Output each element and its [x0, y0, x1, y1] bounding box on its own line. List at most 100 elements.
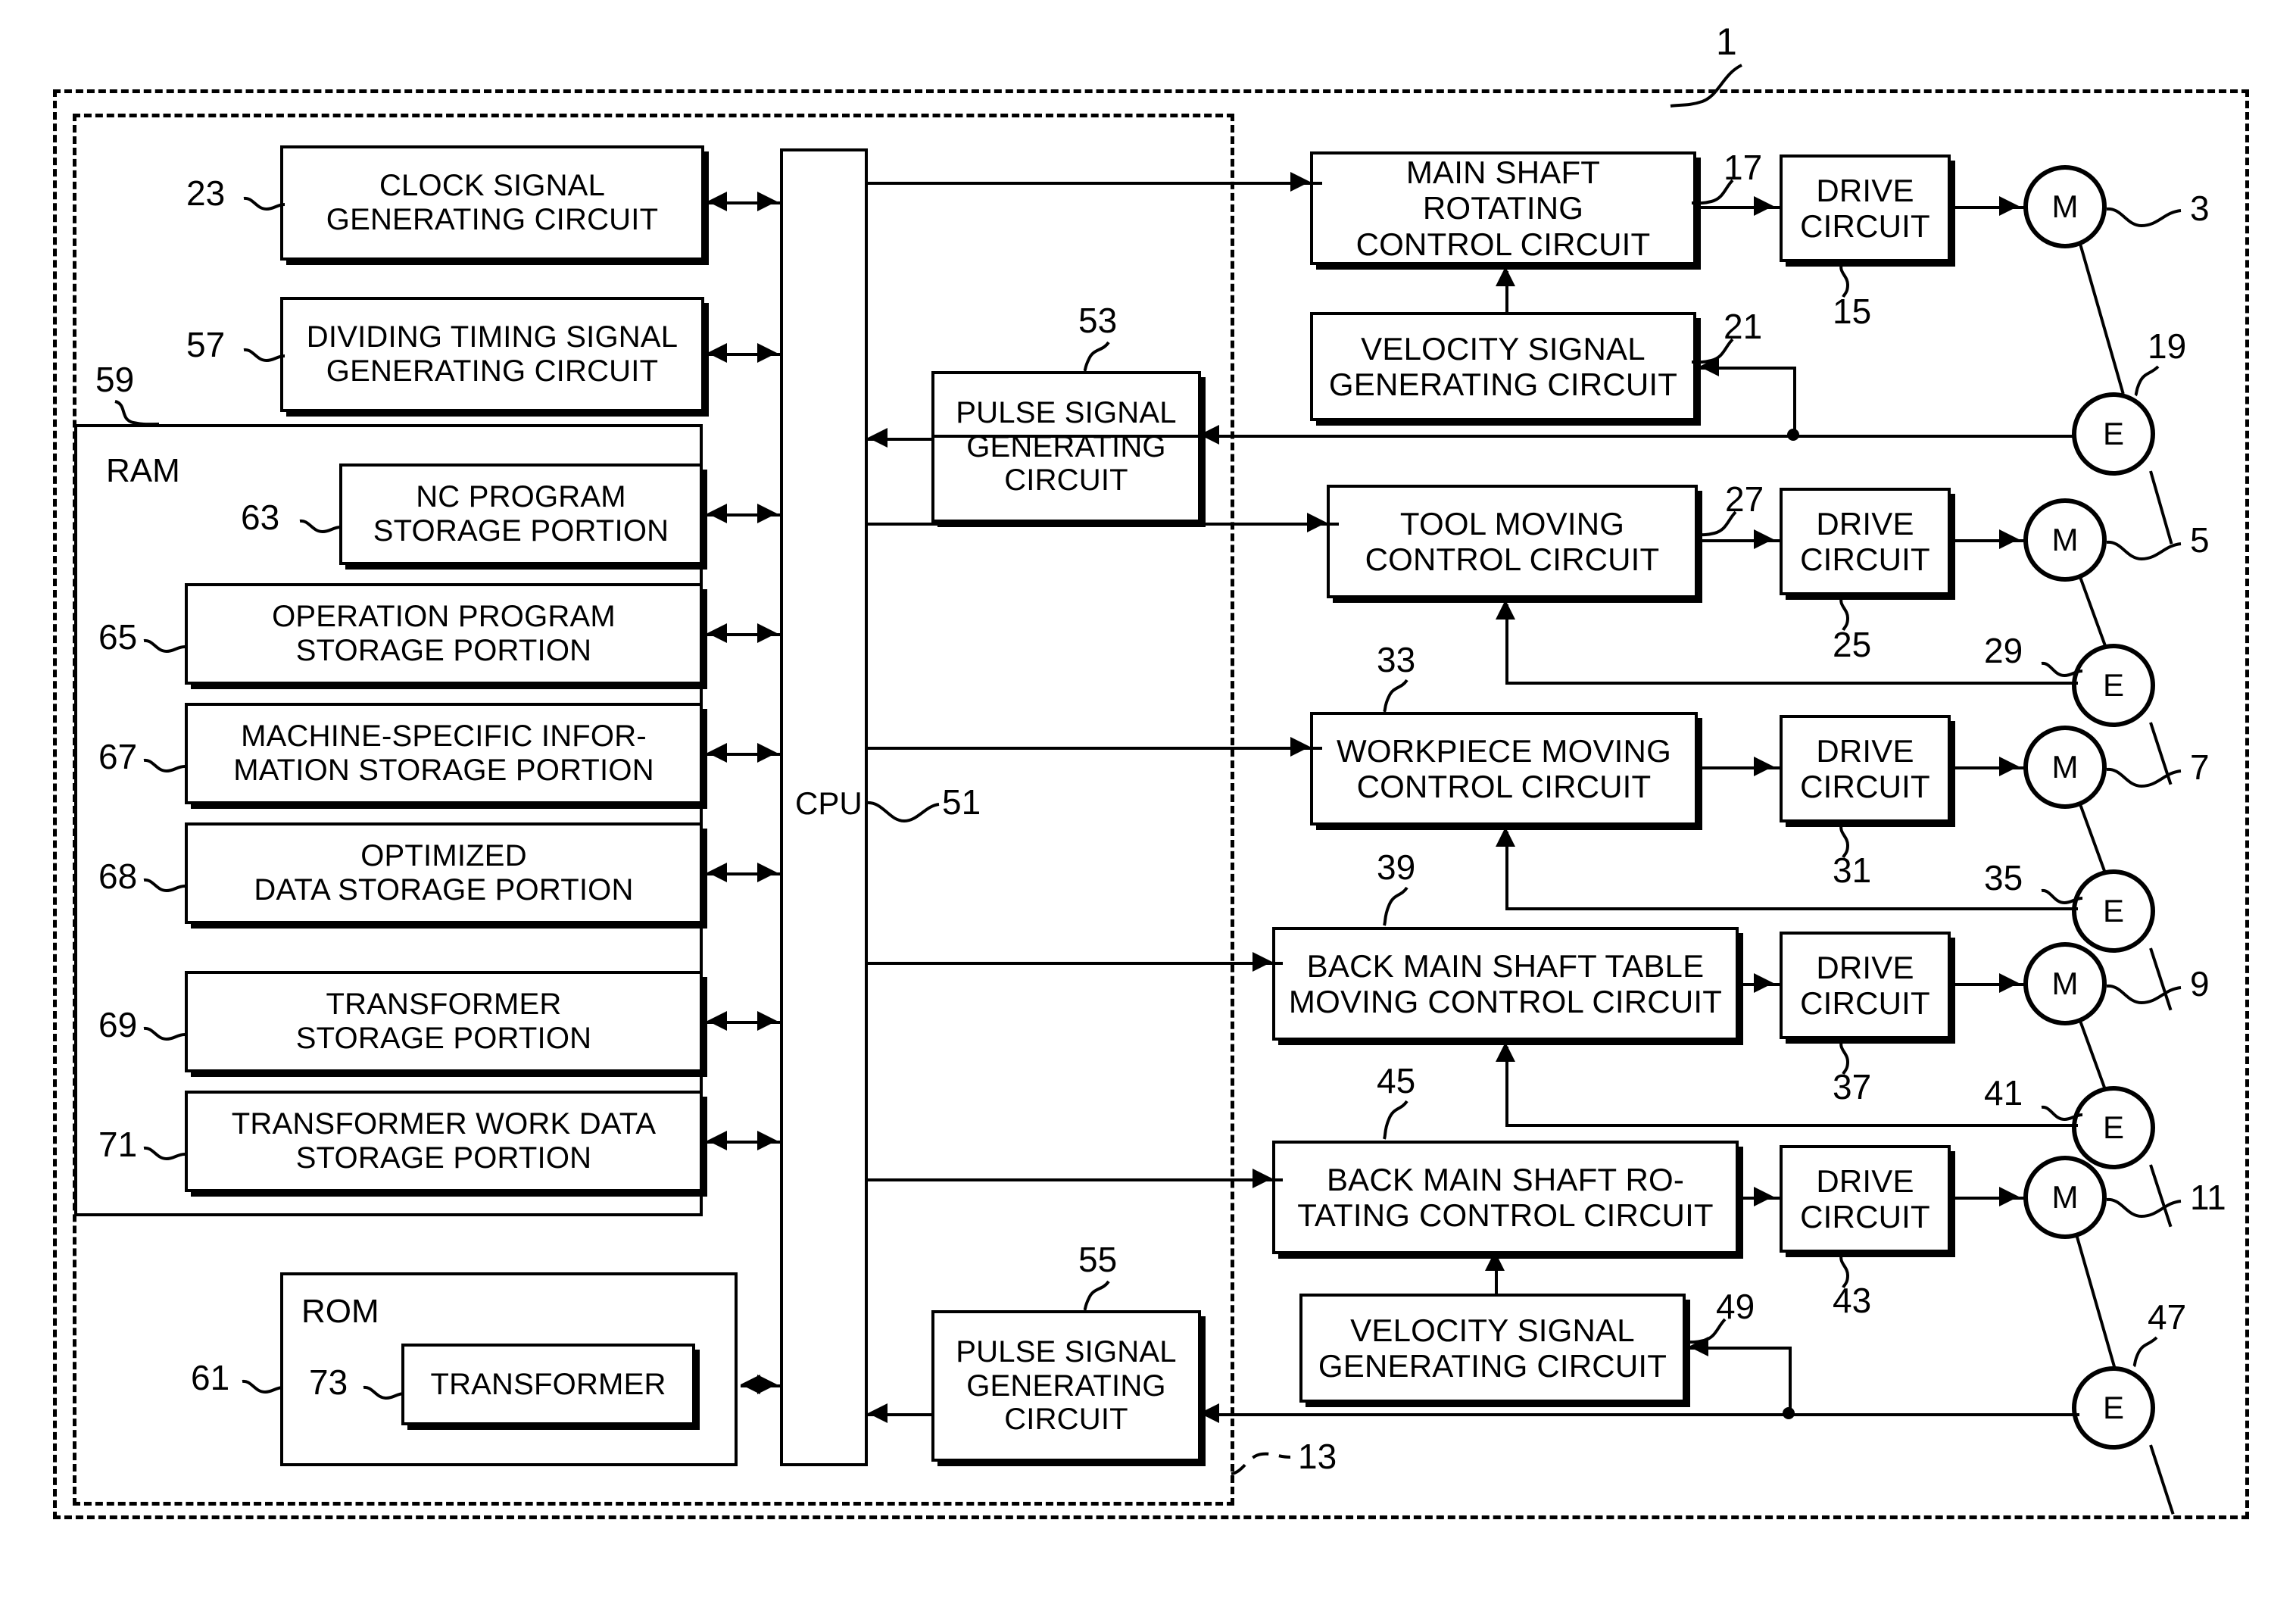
fb4-line2: GENERATING CIRCUIT — [1318, 1348, 1667, 1384]
motor-11-glyph: M — [2051, 1179, 2079, 1215]
ref-57: 57 — [186, 325, 226, 364]
ram3-line1: OPTIMIZED — [360, 839, 527, 873]
rom-label: ROM — [301, 1293, 379, 1330]
leader-ref-1 — [1670, 64, 1742, 108]
ram5-line1: TRANSFORMER WORK DATA — [231, 1107, 657, 1141]
drive-circuit-15[interactable]: DRIVE CIRCUIT — [1780, 154, 1951, 262]
arrow-ram5-l — [707, 1131, 727, 1150]
motor-9-glyph: M — [2051, 966, 2079, 1001]
leader-ref-7 — [2106, 767, 2182, 788]
arrow-drv0-to-m3 — [1999, 196, 2019, 216]
leader-ref-33 — [1383, 679, 1408, 713]
velocity-signal-generating-circuit-21[interactable]: VELOCITY SIGNAL GENERATING CIRCUIT — [1310, 312, 1696, 421]
arrow-rom-l — [741, 1375, 760, 1394]
drive-circuit-43[interactable]: DRIVE CIRCUIT — [1780, 1145, 1951, 1253]
ctrl2-line1: WORKPIECE MOVING — [1337, 732, 1671, 769]
arrow-ram0-r — [757, 504, 777, 523]
motor-7: M — [2023, 726, 2107, 809]
pulse55-line2: GENERATING — [966, 1369, 1166, 1403]
back-main-shaft-table-moving-control-circuit[interactable]: BACK MAIN SHAFT TABLE MOVING CONTROL CIR… — [1272, 927, 1739, 1041]
ram-label: RAM — [106, 452, 180, 489]
ref-29: 29 — [1984, 631, 2023, 670]
fb0-line2: GENERATING CIRCUIT — [1328, 367, 1678, 402]
encoder-19: E — [2072, 392, 2155, 476]
leader-cpu-ref — [866, 801, 940, 823]
arrow-cpu-to-ctrl4 — [1253, 1169, 1272, 1188]
conn-cpu-ctrl3 — [868, 962, 1283, 965]
leader-ref-3 — [2106, 207, 2182, 228]
ctrl0-line2: CONTROL CIRCUIT — [1355, 226, 1651, 262]
ctrl1-line2: CONTROL CIRCUIT — [1365, 542, 1660, 577]
nc-program-storage-portion[interactable]: NC PROGRAM STORAGE PORTION — [339, 463, 703, 565]
ram1-line2: STORAGE PORTION — [295, 634, 592, 667]
arrow-ram1-r — [757, 623, 777, 643]
arrow-ram4-l — [707, 1011, 727, 1031]
conn-cpu-ctrl2 — [868, 747, 1322, 750]
arrow-ram3-r — [757, 863, 777, 882]
arrow-ram2-l — [707, 743, 727, 763]
workpiece-moving-control-circuit[interactable]: WORKPIECE MOVING CONTROL CIRCUIT — [1310, 712, 1698, 826]
ref-41: 41 — [1984, 1073, 2023, 1113]
fb0-line1: VELOCITY SIGNAL — [1361, 330, 1646, 367]
ctrl3-line2: MOVING CONTROL CIRCUIT — [1288, 984, 1723, 1019]
arrow-bus-to-pulse53 — [1199, 425, 1219, 445]
conn-e35-left — [1505, 907, 2078, 910]
arrow-cpu-to-ctrl1 — [1307, 513, 1327, 532]
leader-ref-19 — [2134, 365, 2160, 397]
arrow-ctrl0-to-drv0 — [1754, 196, 1773, 216]
ref-69: 69 — [98, 1005, 138, 1044]
dividing-timing-signal-generating-circuit[interactable]: DIVIDING TIMING SIGNAL GENERATING CIRCUI… — [280, 297, 704, 412]
leader-ref-17 — [1691, 179, 1734, 205]
ref-65: 65 — [98, 617, 138, 657]
leader-ref-65 — [143, 638, 186, 654]
arrow-drv2-to-m7 — [1999, 757, 2019, 776]
drv0-line2: CIRCUIT — [1800, 208, 1930, 244]
encoder-47-glyph: E — [2102, 1390, 2124, 1425]
arrow-e41-to-ctrl3 — [1496, 1042, 1515, 1062]
pulse-signal-generating-circuit-53[interactable]: PULSE SIGNAL GENERATING CIRCUIT — [931, 371, 1201, 523]
ref-5: 5 — [2190, 520, 2210, 560]
ram1-line1: OPERATION PROGRAM — [272, 600, 616, 634]
leader-ref-23 — [243, 196, 285, 211]
transformer-storage-portion[interactable]: TRANSFORMER STORAGE PORTION — [185, 971, 703, 1072]
back-main-shaft-rotating-control-circuit[interactable]: BACK MAIN SHAFT RO- TATING CONTROL CIRCU… — [1272, 1141, 1739, 1254]
clock-signal-generating-circuit[interactable]: CLOCK SIGNAL GENERATING CIRCUIT — [280, 145, 704, 261]
arrow-dividing-to-cpu — [757, 343, 777, 363]
arrow-ctrl1-to-drv1 — [1754, 529, 1773, 549]
arrow-cpu-to-ctrl2 — [1290, 737, 1310, 757]
velocity-signal-generating-circuit-49[interactable]: VELOCITY SIGNAL GENERATING CIRCUIT — [1299, 1294, 1686, 1403]
arrow-ram4-r — [757, 1011, 777, 1031]
drv4-line1: DRIVE — [1816, 1163, 1914, 1199]
arrow-ram1-l — [707, 623, 727, 643]
main-shaft-rotating-control-circuit[interactable]: MAIN SHAFT ROTATING CONTROL CIRCUIT — [1310, 151, 1696, 265]
clock-line1: CLOCK SIGNAL — [379, 169, 606, 203]
ram0-line2: STORAGE PORTION — [373, 514, 669, 548]
figure-ref-1: 1 — [1716, 20, 1737, 63]
transformer-work-data-storage-portion[interactable]: TRANSFORMER WORK DATA STORAGE PORTION — [185, 1091, 703, 1192]
machine-specific-information-storage-portion[interactable]: MACHINE-SPECIFIC INFOR- MATION STORAGE P… — [185, 703, 703, 804]
arrow-e47-to-fb4 — [1689, 1337, 1708, 1356]
ref-9: 9 — [2190, 964, 2210, 1003]
drive-circuit-25[interactable]: DRIVE CIRCUIT — [1780, 488, 1951, 595]
ref-19: 19 — [2148, 326, 2187, 366]
conn-cpu-ctrl0-drop — [868, 182, 871, 183]
leader-ref-35 — [2041, 888, 2083, 905]
transformer-rom-block[interactable]: TRANSFORMER — [401, 1344, 695, 1425]
conn-cpu-ctrl1 — [868, 523, 1339, 526]
drive-circuit-31[interactable]: DRIVE CIRCUIT — [1780, 715, 1951, 822]
ref-73: 73 — [309, 1362, 348, 1402]
arrow-drv3-to-m9 — [1999, 973, 2019, 993]
ctrl1-line1: TOOL MOVING — [1399, 505, 1625, 542]
ref-3: 3 — [2190, 189, 2210, 228]
drv1-line1: DRIVE — [1816, 505, 1914, 542]
conn-cpu-ctrl4 — [868, 1178, 1283, 1181]
tool-moving-control-circuit[interactable]: TOOL MOVING CONTROL CIRCUIT — [1327, 485, 1698, 598]
optimized-data-storage-portion[interactable]: OPTIMIZED DATA STORAGE PORTION — [185, 822, 703, 924]
pulse-signal-generating-circuit-55[interactable]: PULSE SIGNAL GENERATING CIRCUIT — [931, 1310, 1201, 1462]
pulse53-line1: PULSE SIGNAL — [956, 395, 1177, 429]
arrow-ram0-l — [707, 504, 727, 523]
drive-circuit-37[interactable]: DRIVE CIRCUIT — [1780, 932, 1951, 1039]
junction-e47 — [1783, 1407, 1795, 1419]
cpu-ref-51: 51 — [942, 782, 981, 822]
operation-program-storage-portion[interactable]: OPERATION PROGRAM STORAGE PORTION — [185, 583, 703, 685]
